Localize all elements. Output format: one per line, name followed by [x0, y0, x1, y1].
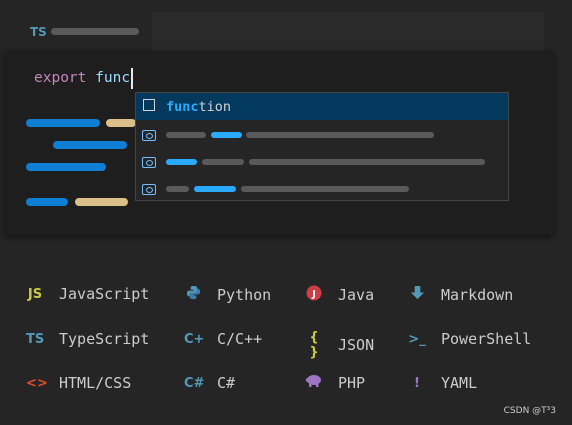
python-icon	[184, 285, 202, 304]
code-placeholder	[53, 141, 127, 149]
language-java[interactable]: J Java	[305, 285, 374, 305]
java-icon: J	[305, 285, 323, 305]
suggestion-item[interactable]	[166, 159, 197, 165]
language-python[interactable]: Python	[184, 285, 271, 304]
code-placeholder	[75, 198, 128, 206]
code-placeholder	[26, 198, 68, 206]
suggestion-rest: tion	[198, 99, 232, 115]
language-label: JSON	[338, 336, 375, 354]
powershell-icon: >_	[408, 331, 426, 347]
language-label: PowerShell	[441, 330, 532, 348]
language-label: Python	[217, 285, 272, 304]
typescript-tab-icon: TS	[30, 25, 47, 39]
language-html-css[interactable]: <> HTML/CSS	[26, 374, 131, 392]
suggestion-item[interactable]	[202, 159, 244, 165]
suggestion-item[interactable]	[194, 186, 236, 192]
language-label: C#	[217, 374, 236, 392]
code-placeholder	[26, 119, 100, 127]
code-line[interactable]: export func	[34, 70, 130, 86]
variable-icon	[142, 130, 156, 141]
yaml-icon: !	[414, 375, 420, 391]
language-c-[interactable]: C# C#	[184, 374, 235, 392]
suggestion-item[interactable]	[249, 159, 485, 165]
suggestion-item[interactable]	[211, 132, 242, 138]
language-javascript[interactable]: JS JavaScript	[26, 285, 149, 303]
language-json[interactable]: { } JSON	[305, 330, 374, 360]
suggestion-item[interactable]	[166, 132, 206, 138]
csharp-icon: C#	[184, 375, 205, 391]
language-label: PHP	[338, 374, 366, 392]
suggestion-item[interactable]	[166, 186, 189, 192]
language-label: Markdown	[441, 285, 514, 304]
javascript-icon: JS	[27, 286, 43, 302]
typescript-icon: TS	[26, 331, 45, 347]
suggestion-match: func	[166, 99, 199, 115]
markdown-icon	[408, 285, 426, 304]
suggestion-item[interactable]	[246, 132, 434, 138]
suggestion-label: function	[166, 99, 231, 115]
language-label: YAML	[441, 374, 478, 392]
cpp-icon: C+	[184, 331, 205, 347]
tab-title-placeholder[interactable]	[51, 28, 139, 35]
suggestion-item[interactable]	[241, 186, 409, 192]
language-label: TypeScript	[59, 330, 150, 348]
language-label: Java	[338, 286, 375, 304]
language-label: HTML/CSS	[59, 374, 132, 392]
variable-icon	[142, 184, 156, 195]
php-icon	[305, 374, 323, 392]
language-php[interactable]: PHP	[305, 374, 365, 392]
language-typescript[interactable]: TS TypeScript	[26, 330, 149, 348]
language-powershell[interactable]: >_ PowerShell	[408, 330, 531, 348]
code-placeholder	[106, 119, 136, 127]
watermark: CSDN @T³3	[503, 406, 556, 416]
snippet-icon	[143, 99, 155, 111]
editor-background	[152, 12, 544, 52]
export-keyword: export	[34, 70, 87, 86]
language-c-c-[interactable]: C+ C/C++	[184, 330, 262, 348]
html-icon: <>	[26, 375, 48, 391]
language-label: C/C++	[217, 330, 263, 348]
language-label: JavaScript	[59, 285, 150, 303]
language-yaml[interactable]: ! YAML	[408, 374, 477, 392]
text-cursor	[131, 68, 133, 89]
code-placeholder	[26, 163, 106, 171]
typed-identifier: func	[95, 70, 131, 86]
json-icon: { }	[309, 330, 319, 360]
svg-text:J: J	[311, 289, 316, 300]
language-markdown[interactable]: Markdown	[408, 285, 513, 304]
variable-icon	[142, 157, 156, 168]
